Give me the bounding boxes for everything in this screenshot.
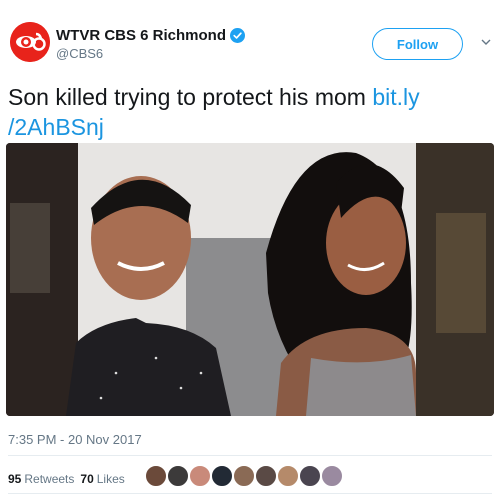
retweets-label: Retweets	[24, 472, 75, 486]
follow-button[interactable]: Follow	[372, 28, 463, 60]
divider	[8, 455, 492, 456]
photo-image	[6, 143, 494, 416]
liker-avatar[interactable]	[166, 464, 190, 488]
liker-avatar[interactable]	[210, 464, 234, 488]
likers-row	[144, 464, 344, 488]
likes-stat[interactable]: 70 Likes	[80, 472, 124, 486]
name-row: WTVR CBS 6 Richmond	[56, 27, 246, 44]
liker-avatar[interactable]	[232, 464, 256, 488]
retweets-stat[interactable]: 95 Retweets	[8, 472, 74, 486]
liker-avatar[interactable]	[298, 464, 322, 488]
account-avatar[interactable]	[10, 22, 50, 62]
account-handle[interactable]: @CBS6	[56, 46, 103, 61]
tweet-text: Son killed trying to protect his mom bit…	[8, 82, 488, 142]
retweets-count: 95	[8, 472, 22, 486]
liker-avatar[interactable]	[320, 464, 344, 488]
likes-count: 70	[80, 472, 94, 486]
likes-label: Likes	[96, 472, 125, 486]
liker-avatar[interactable]	[254, 464, 278, 488]
cbs6-logo-icon	[10, 22, 50, 62]
chevron-down-icon[interactable]	[481, 37, 491, 47]
verified-badge-icon	[230, 28, 246, 43]
tweet-stats: 95 Retweets 70 Likes	[8, 472, 131, 486]
divider	[8, 493, 492, 494]
liker-avatar[interactable]	[276, 464, 300, 488]
tweet-body: Son killed trying to protect his mom	[8, 84, 373, 110]
display-name[interactable]: WTVR CBS 6 Richmond	[56, 27, 226, 44]
tweet-photo[interactable]	[6, 143, 494, 416]
liker-avatar[interactable]	[188, 464, 212, 488]
liker-avatar[interactable]	[144, 464, 168, 488]
tweet-timestamp[interactable]: 7:35 PM - 20 Nov 2017	[8, 432, 142, 447]
tweet-card: WTVR CBS 6 Richmond @CBS6 Follow Son kil…	[0, 0, 500, 501]
